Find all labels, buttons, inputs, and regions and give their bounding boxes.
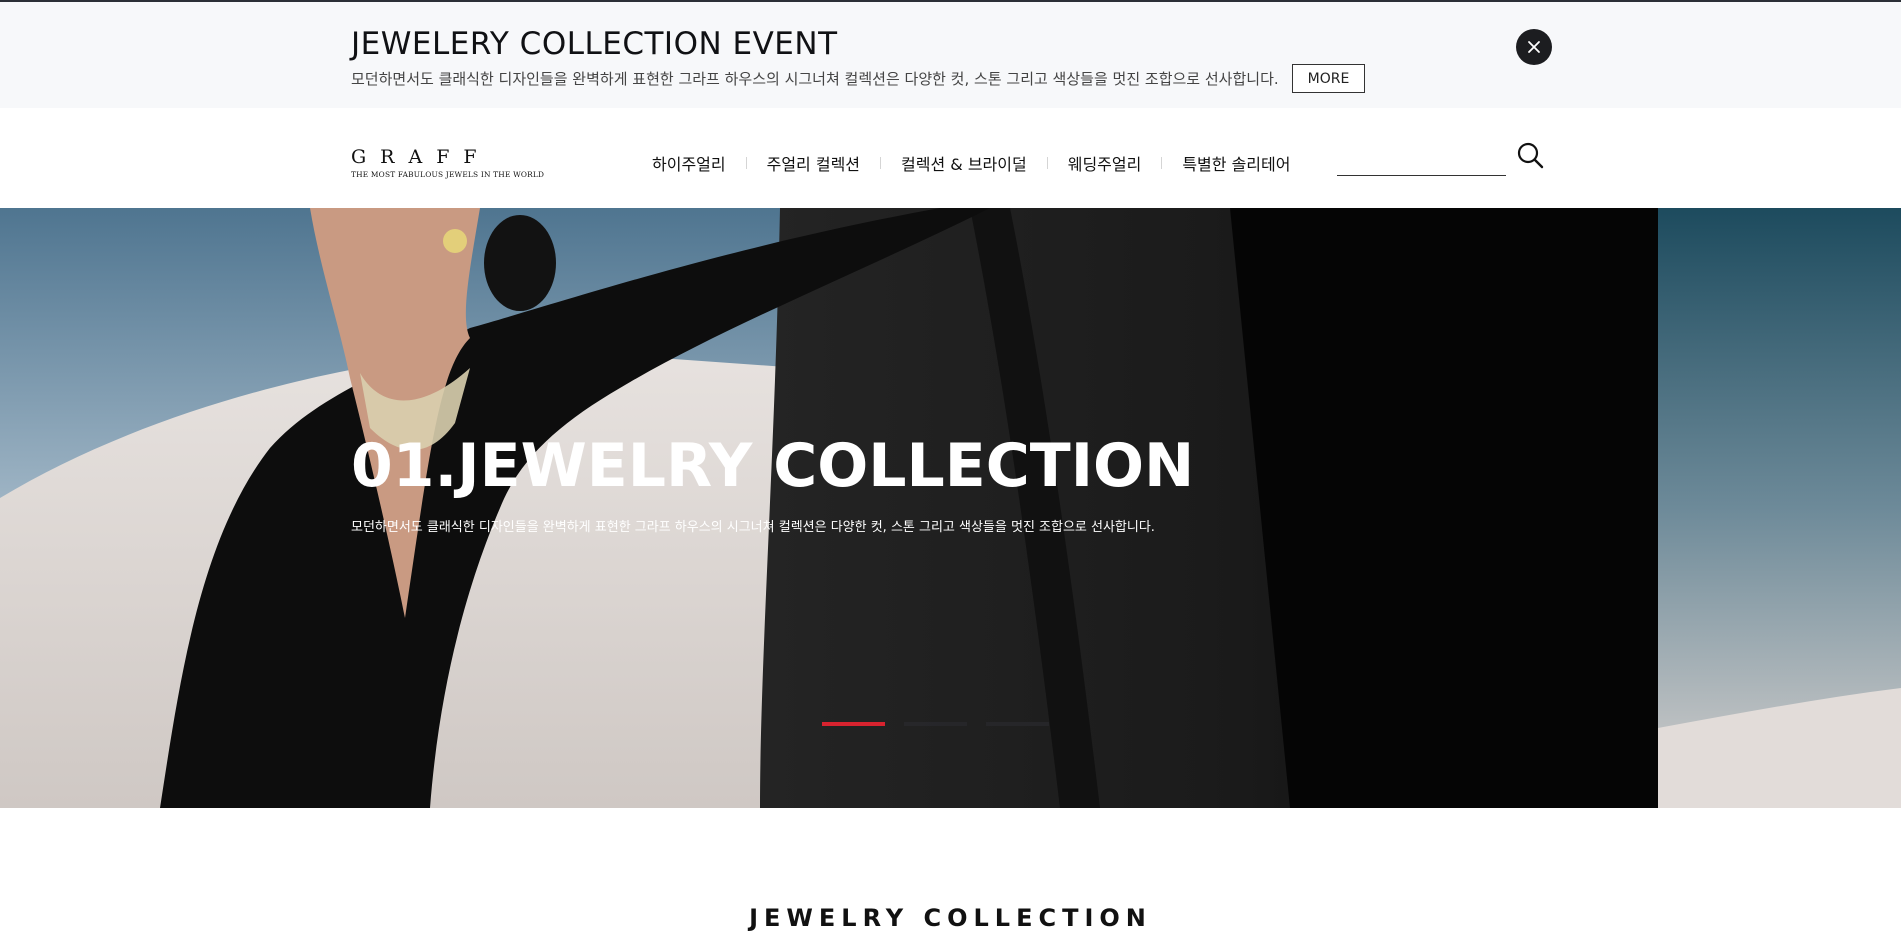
main-nav: 하이주얼리 주얼리 컬렉션 컬렉션 & 브라이덜 웨딩주얼리 특별한 솔리테어	[652, 148, 1310, 178]
graff-logo[interactable]: GRAFF THE MOST FABULOUS JEWELS IN THE WO…	[351, 146, 544, 186]
section-title: JEWELRY COLLECTION	[749, 904, 1152, 932]
event-title: JEWELERY COLLECTION EVENT	[351, 26, 838, 62]
logo-tagline: THE MOST FABULOUS JEWELS IN THE WORLD	[351, 170, 545, 179]
event-close-button[interactable]	[1516, 29, 1552, 65]
nav-item-jewelry-collection[interactable]: 주얼리 컬렉션	[747, 151, 880, 175]
event-description: 모던하면서도 클래식한 디자인들을 완벽하게 표현한 그라프 하우스의 시그너쳐…	[351, 70, 1279, 88]
search-input[interactable]	[1337, 144, 1506, 176]
nav-item-special-solitaire[interactable]: 특별한 솔리테어	[1162, 151, 1310, 175]
page: JEWELERY COLLECTION EVENT 모던하면서도 클래식한 디자…	[0, 0, 1901, 938]
hero-slider: 01.JEWELRY COLLECTION 모던하면서도 클래식한 디자인들을 …	[0, 208, 1901, 808]
slide-indicator-3[interactable]	[986, 722, 1049, 726]
nav-item-collection-bridal[interactable]: 컬렉션 & 브라이덜	[881, 151, 1047, 175]
nav-item-wedding-jewelry[interactable]: 웨딩주얼리	[1048, 151, 1162, 175]
close-icon	[1528, 41, 1540, 53]
nav-item-high-jewelry[interactable]: 하이주얼리	[652, 151, 746, 175]
logo-wordmark: GRAFF	[351, 146, 491, 168]
search-icon	[1517, 142, 1544, 169]
search-area	[1337, 140, 1557, 180]
event-banner: JEWELERY COLLECTION EVENT 모던하면서도 클래식한 디자…	[0, 0, 1901, 108]
site-header: GRAFF THE MOST FABULOUS JEWELS IN THE WO…	[0, 108, 1901, 208]
event-banner-inner: JEWELERY COLLECTION EVENT 모던하면서도 클래식한 디자…	[351, 26, 1551, 106]
search-button[interactable]	[1515, 140, 1547, 172]
hero-content: 01.JEWELRY COLLECTION 모던하면서도 클래식한 디자인들을 …	[351, 436, 1551, 535]
hero-title: 01.JEWELRY COLLECTION	[351, 431, 1195, 501]
slide-indicator-2[interactable]	[904, 722, 967, 726]
hero-description: 모던하면서도 클래식한 디자인들을 완벽하게 표현한 그라프 하우스의 시그너쳐…	[351, 520, 1155, 535]
event-more-button[interactable]: MORE	[1292, 64, 1365, 93]
slide-indicator-1[interactable]	[822, 722, 885, 726]
slider-pagination	[822, 722, 1049, 726]
